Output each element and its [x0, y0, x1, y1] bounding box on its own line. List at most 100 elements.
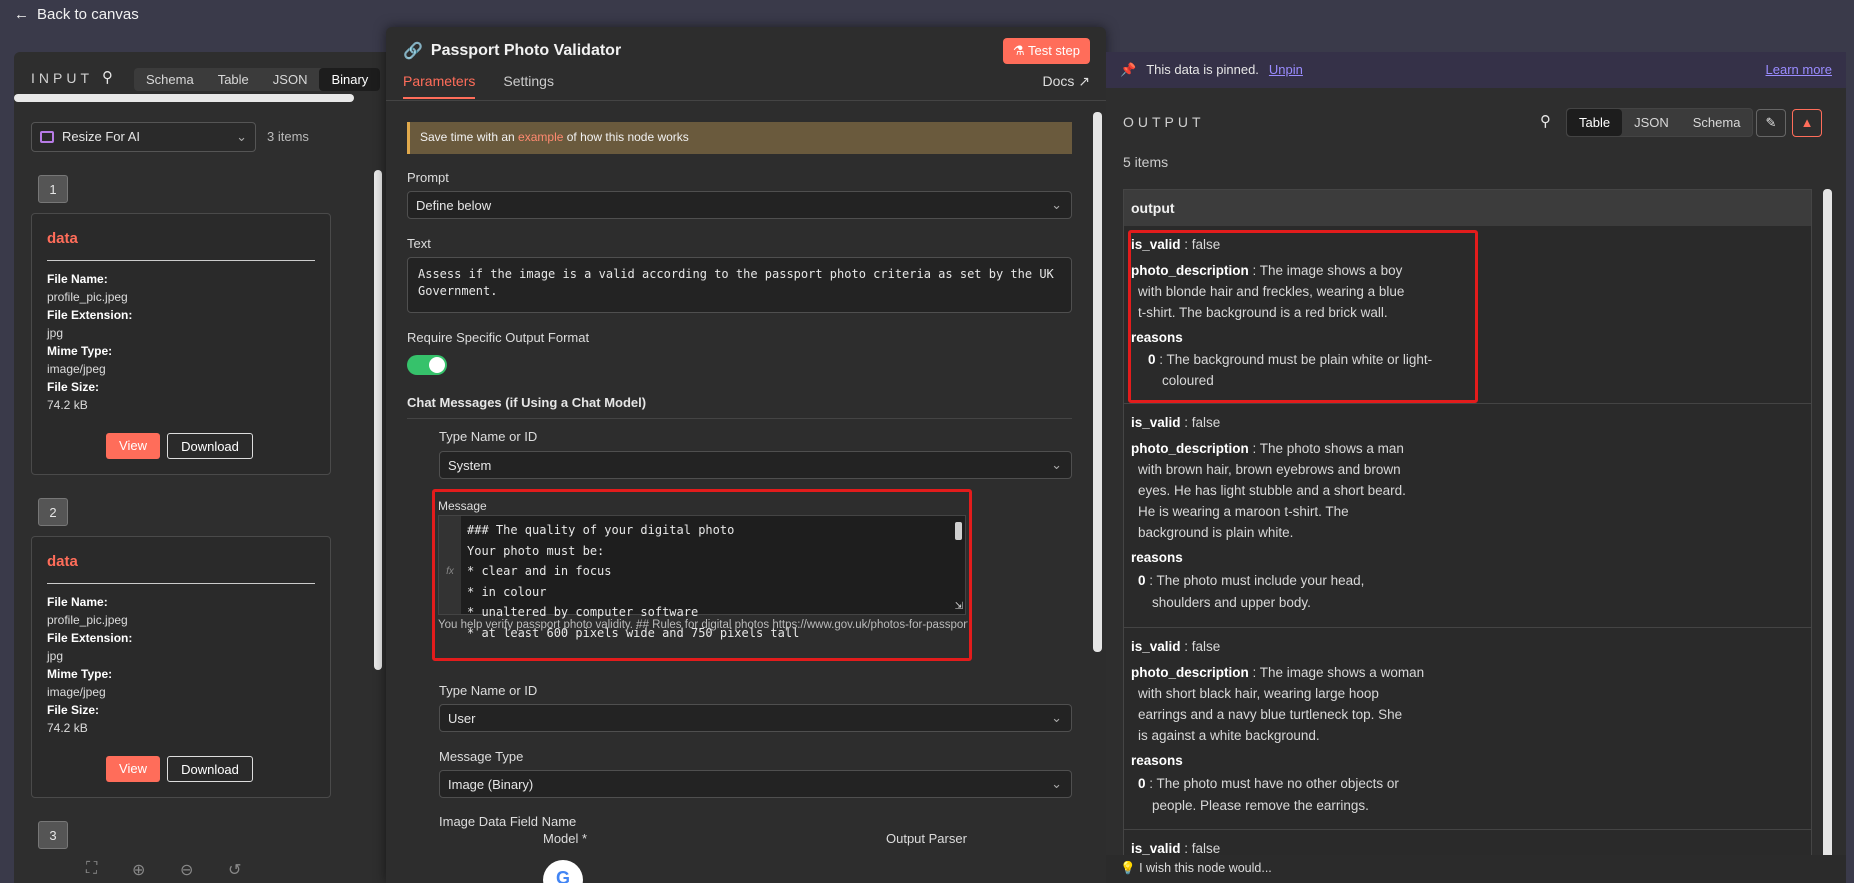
back-label: Back to canvas	[37, 6, 139, 23]
node-name[interactable]: Passport Photo Validator	[431, 42, 621, 60]
output-row-highlight	[1128, 230, 1478, 403]
field-value: background is plain white.	[1138, 525, 1294, 540]
tab-parameters[interactable]: Parameters	[403, 73, 476, 99]
modal-tabs: Parameters Settings	[403, 73, 554, 99]
horizontal-scrollbar[interactable]	[14, 94, 354, 102]
require-format-toggle[interactable]	[407, 355, 447, 375]
code-line: * in colour	[467, 584, 547, 599]
edit-button[interactable]: ✎	[1756, 109, 1786, 137]
tab-schema[interactable]: Schema	[134, 68, 206, 91]
download-button[interactable]: Download	[167, 433, 253, 459]
zoom-in-icon[interactable]: ⊕	[132, 860, 145, 880]
file-ext-value: jpg	[47, 326, 64, 340]
message-label: Message	[438, 499, 487, 513]
item-index-badge: 1	[38, 175, 68, 203]
expression-gutter: fx	[439, 516, 461, 614]
mime-type-value: image/jpeg	[47, 685, 106, 699]
lightbulb-icon: 💡	[1120, 861, 1136, 875]
prompt-value: Define below	[416, 198, 492, 213]
input-mode-tabs: Schema Table JSON Binary	[134, 68, 381, 91]
type-name-select[interactable]: System ⌄	[439, 451, 1072, 479]
fit-view-icon[interactable]: ⛶	[86, 860, 97, 878]
chevron-down-icon: ⌄	[1051, 710, 1062, 725]
binary-data-card: data File Name: profile_pic.jpeg File Ex…	[31, 213, 331, 475]
file-ext-value: jpg	[47, 649, 64, 663]
input-node-select[interactable]: Resize For AI ⌄	[31, 122, 256, 152]
toggle-knob	[429, 357, 445, 373]
prompt-select[interactable]: Define below ⌄	[407, 191, 1072, 219]
field-value: : The photo must have no other objects o…	[1145, 776, 1399, 791]
tab-settings[interactable]: Settings	[503, 73, 554, 99]
field-key: is_valid	[1131, 415, 1181, 430]
tab-schema[interactable]: Schema	[1681, 109, 1753, 136]
array-index: 0	[1138, 776, 1146, 791]
file-size-label: File Size:	[47, 380, 100, 394]
message-type-select[interactable]: Image (Binary) ⌄	[439, 770, 1072, 798]
divider	[47, 260, 315, 261]
callout-text: Save time with an	[420, 130, 519, 144]
output-scrollbar[interactable]	[1823, 189, 1832, 879]
view-button[interactable]: View	[106, 756, 160, 782]
chevron-down-icon: ⌄	[1051, 197, 1062, 212]
column-header: output	[1124, 190, 1811, 226]
tab-binary[interactable]: Binary	[319, 68, 381, 91]
mime-type-value: image/jpeg	[47, 362, 106, 376]
pin-button[interactable]: ▲	[1792, 109, 1822, 137]
type-name-select[interactable]: User ⌄	[439, 704, 1072, 732]
tab-json[interactable]: JSON	[1622, 109, 1681, 136]
field-value: : The image shows a woman	[1248, 665, 1425, 680]
test-step-button[interactable]: ⚗ Test step	[1002, 38, 1090, 64]
tab-json[interactable]: JSON	[261, 68, 320, 91]
tab-table[interactable]: Table	[206, 68, 261, 91]
field-value: : false	[1180, 415, 1221, 430]
resize-handle-icon[interactable]: ⇲	[955, 601, 963, 612]
test-step-label: Test step	[1027, 43, 1080, 58]
unpin-link[interactable]: Unpin	[1269, 62, 1303, 78]
binary-data-card: data File Name: profile_pic.jpeg File Ex…	[31, 536, 331, 798]
prompt-label: Prompt	[407, 170, 449, 185]
message-editor[interactable]: fx ### The quality of your digital photo…	[438, 515, 966, 640]
chevron-down-icon: ⌄	[236, 129, 247, 144]
download-button[interactable]: Download	[167, 756, 253, 782]
tab-table[interactable]: Table	[1567, 109, 1623, 136]
field-value: earrings and a navy blue turtleneck top.…	[1138, 707, 1403, 722]
field-value: eyes. He has light stubble and a short b…	[1138, 483, 1406, 498]
output-title: OUTPUT	[1123, 114, 1205, 130]
type-name-label: Type Name or ID	[439, 683, 538, 698]
docs-link[interactable]: Docs ↗	[1042, 73, 1090, 90]
require-format-label: Require Specific Output Format	[407, 330, 590, 345]
modal-scrollbar[interactable]	[1093, 112, 1102, 652]
vertical-scrollbar[interactable]	[374, 170, 382, 670]
field-value: with brown hair, brown eyebrows and brow…	[1138, 462, 1401, 477]
callout-text: of how this node works	[563, 130, 689, 144]
search-icon[interactable]: ⚲	[1540, 112, 1551, 130]
zoom-out-icon[interactable]: ⊖	[180, 860, 193, 880]
code-line: * clear and in focus	[467, 564, 612, 578]
pin-icon: 📌	[1120, 62, 1137, 77]
view-button[interactable]: View	[106, 433, 160, 459]
search-icon[interactable]: ⚲	[102, 68, 113, 86]
learn-more-link[interactable]: Learn more	[1766, 62, 1832, 77]
type-name-label: Type Name or ID	[439, 429, 538, 444]
input-title: INPUT	[31, 70, 93, 86]
editor-scrollbar[interactable]	[955, 522, 962, 540]
feedback-bar[interactable]: 💡 I wish this node would...	[1106, 855, 1846, 883]
input-header: INPUT ⚲ Schema Table JSON Binary	[14, 64, 386, 94]
field-key: reasons	[1131, 753, 1183, 768]
google-model-icon[interactable]: G	[543, 860, 583, 883]
example-link[interactable]: example	[518, 130, 563, 144]
field-key: photo_description	[1131, 665, 1249, 680]
chat-messages-section: Chat Messages (if Using a Chat Model)	[407, 395, 1072, 419]
field-value: : false	[1180, 841, 1221, 856]
input-items-count: 3 items	[267, 129, 309, 144]
undo-icon[interactable]: ↺	[228, 860, 241, 880]
image-field-label: Image Data Field Name	[439, 814, 577, 829]
data-card-title: data	[47, 553, 78, 570]
text-input[interactable]: Assess if the image is a valid according…	[407, 257, 1072, 313]
external-link-icon: ↗	[1078, 73, 1090, 89]
pinned-notice: 📌 This data is pinned. Unpin	[1106, 52, 1846, 88]
back-to-canvas-link[interactable]: ← Back to canvas	[14, 6, 139, 23]
field-value: shoulders and upper body.	[1152, 595, 1311, 610]
field-value: He is wearing a maroon t-shirt. The	[1138, 504, 1349, 519]
table-row: is_valid : false photo_description : The…	[1124, 404, 1811, 628]
